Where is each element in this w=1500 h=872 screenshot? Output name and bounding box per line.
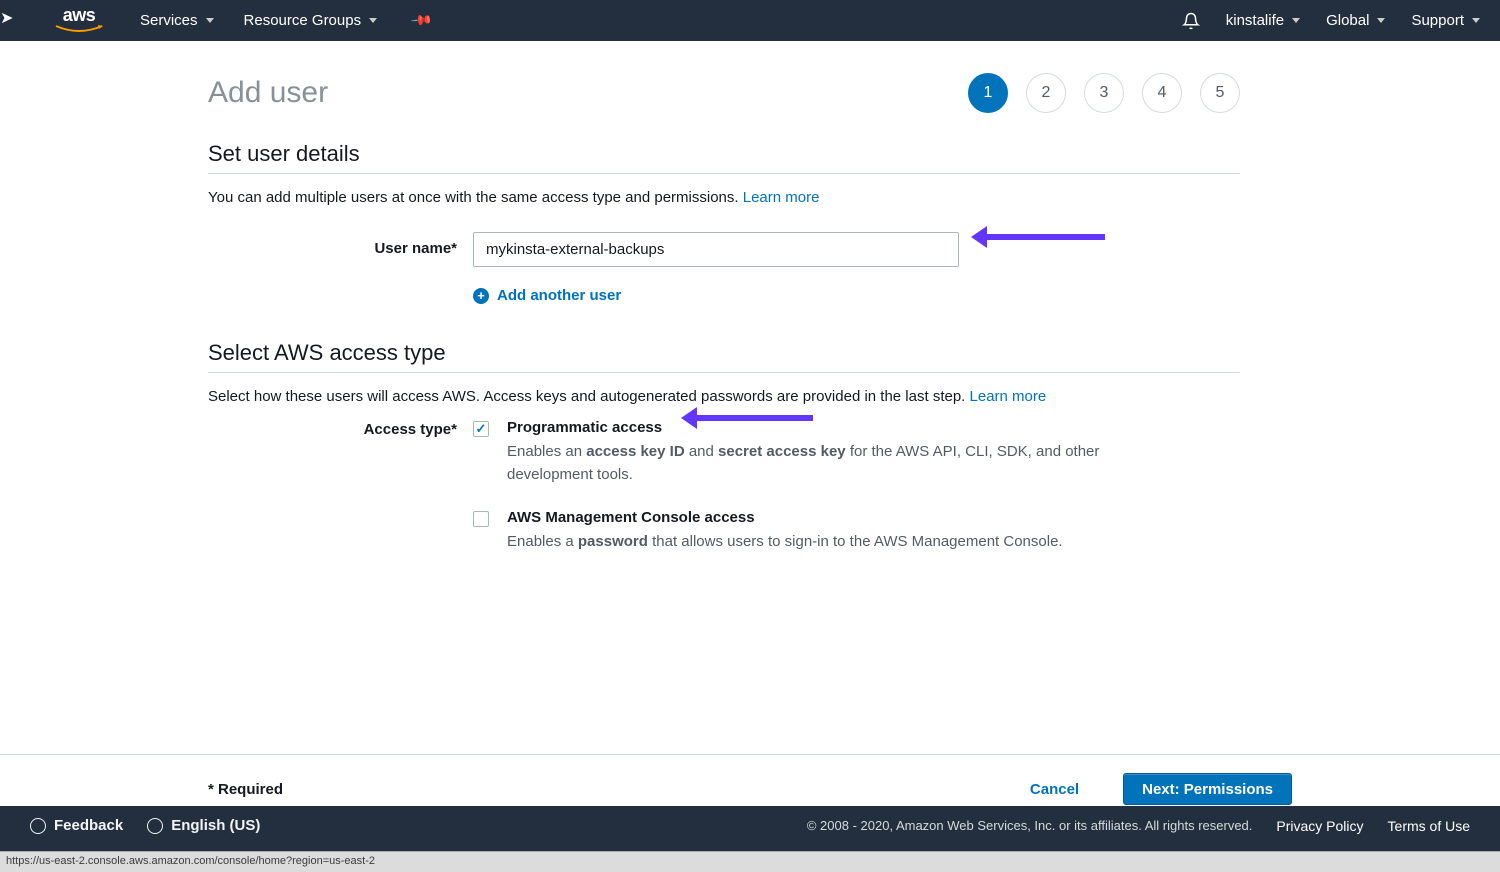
step-5[interactable]: 5	[1200, 73, 1240, 113]
step-1[interactable]: 1	[968, 73, 1008, 113]
nav-services-label: Services	[140, 12, 198, 29]
step-2[interactable]: 2	[1026, 73, 1066, 113]
console-checkbox[interactable]	[473, 511, 489, 527]
access-type-programmatic: Programmatic access Enables an access ke…	[473, 419, 1240, 487]
section-user-details: Set user details You can add multiple us…	[208, 141, 1240, 304]
chevron-down-icon	[206, 18, 214, 23]
cursor-icon: ➤	[0, 8, 13, 28]
annotation-arrow	[985, 234, 1105, 240]
access-type-label: Access type*	[208, 419, 473, 438]
chevron-down-icon	[1292, 18, 1300, 23]
username-input[interactable]	[473, 232, 959, 267]
page-title: Add user	[208, 76, 328, 110]
cancel-button[interactable]: Cancel	[1012, 773, 1097, 805]
action-bar: * Required Cancel Next: Permissions	[0, 754, 1500, 805]
wizard-steps: 1 2 3 4 5	[968, 73, 1240, 113]
section-helper: You can add multiple users at once with …	[208, 186, 1240, 210]
chevron-down-icon	[1377, 18, 1385, 23]
pin-icon[interactable]: 📌	[410, 8, 434, 32]
notifications-icon[interactable]	[1182, 12, 1200, 30]
feedback-link[interactable]: Feedback	[30, 817, 123, 834]
next-button[interactable]: Next: Permissions	[1123, 773, 1292, 805]
browser-status-bar: https://us-east-2.console.aws.amazon.com…	[0, 851, 1500, 872]
section-access-type: Select AWS access type Select how these …	[208, 340, 1240, 575]
nav-region[interactable]: Global	[1326, 12, 1385, 29]
page-content: Add user 1 2 3 4 5 Set user details You …	[0, 41, 1240, 575]
option-desc: Enables a password that allows users to …	[507, 530, 1063, 553]
bottom-bar: Feedback English (US) © 2008 - 2020, Ama…	[0, 806, 1500, 853]
annotation-arrow	[695, 415, 813, 421]
nav-services[interactable]: Services	[140, 12, 214, 29]
username-label: User name*	[208, 232, 473, 257]
section-helper: Select how these users will access AWS. …	[208, 385, 1240, 409]
terms-link[interactable]: Terms of Use	[1388, 818, 1470, 834]
step-4[interactable]: 4	[1142, 73, 1182, 113]
step-3[interactable]: 3	[1084, 73, 1124, 113]
option-desc: Enables an access key ID and secret acce…	[507, 440, 1167, 487]
add-another-label: Add another user	[497, 287, 621, 304]
copyright-text: © 2008 - 2020, Amazon Web Services, Inc.…	[807, 818, 1253, 833]
add-another-user-button[interactable]: + Add another user	[473, 287, 1240, 304]
learn-more-link[interactable]: Learn more	[743, 189, 820, 206]
option-title: Programmatic access	[507, 419, 1167, 436]
nav-resource-groups[interactable]: Resource Groups	[244, 12, 378, 29]
required-note: * Required	[208, 781, 283, 798]
nav-support[interactable]: Support	[1411, 12, 1480, 29]
programmatic-checkbox[interactable]	[473, 421, 489, 437]
nav-resource-groups-label: Resource Groups	[244, 12, 362, 29]
learn-more-link[interactable]: Learn more	[970, 388, 1047, 405]
section-heading: Select AWS access type	[208, 340, 1240, 373]
option-title: AWS Management Console access	[507, 509, 1063, 526]
chevron-down-icon	[1472, 18, 1480, 23]
section-heading: Set user details	[208, 141, 1240, 174]
access-type-console: AWS Management Console access Enables a …	[473, 509, 1240, 553]
chat-icon	[30, 818, 46, 834]
top-nav: ➤ aws Services Resource Groups 📌 kinstal…	[0, 0, 1500, 41]
plus-circle-icon: +	[473, 288, 489, 304]
nav-account[interactable]: kinstalife	[1226, 12, 1300, 29]
language-selector[interactable]: English (US)	[147, 817, 260, 834]
privacy-link[interactable]: Privacy Policy	[1276, 818, 1363, 834]
globe-icon	[147, 818, 163, 834]
chevron-down-icon	[369, 18, 377, 23]
aws-logo[interactable]: aws	[54, 8, 104, 34]
